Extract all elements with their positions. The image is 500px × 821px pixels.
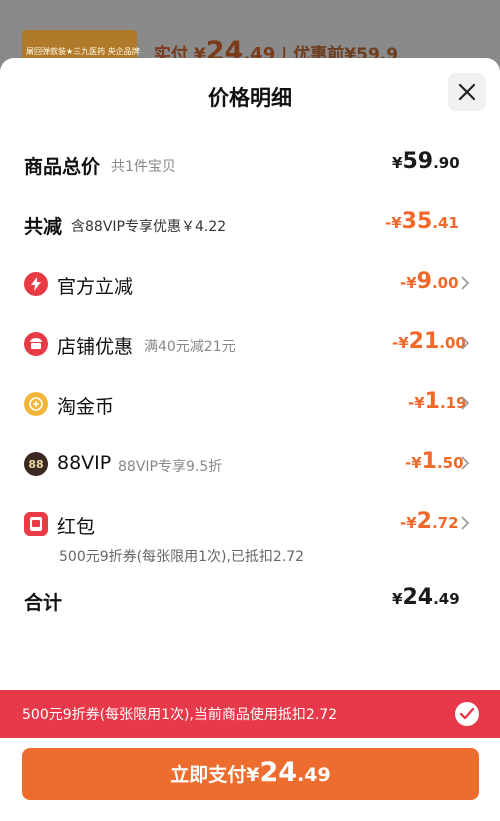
row-shop-discount[interactable]: 店铺优惠 满40元减21元 -¥21.00 xyxy=(0,324,500,364)
row-taobao-coins[interactable]: 淘金币 -¥1.19 xyxy=(0,384,500,424)
pay-button-label: 立即支付 xyxy=(170,764,247,786)
row-label: 共减 xyxy=(24,216,63,238)
row-amount: -¥2.72 xyxy=(400,509,459,534)
row-amount: -¥1.19 xyxy=(408,389,467,414)
pay-now-button[interactable]: 立即支付¥24.49 xyxy=(22,748,479,800)
row-label: 红包 xyxy=(57,516,96,538)
row-total-discount: 共减 含88VIP专享优惠￥4.22 -¥35.41 xyxy=(0,204,500,244)
row-sub: 共1件宝贝 xyxy=(111,159,176,175)
row-sub: 含88VIP专享优惠￥4.22 xyxy=(71,219,227,235)
chevron-right-icon xyxy=(461,336,470,350)
row-sub: 88VIP专享9.5折 xyxy=(118,459,223,475)
close-icon xyxy=(458,83,476,101)
row-label: 商品总价 xyxy=(24,156,101,178)
row-sub: 满40元减21元 xyxy=(144,339,236,355)
close-button[interactable] xyxy=(448,73,486,111)
row-amount: -¥1.50 xyxy=(405,449,464,474)
check-icon[interactable] xyxy=(455,702,479,726)
row-label: 官方立减 xyxy=(57,276,134,298)
row-amount: ¥59.90 xyxy=(392,149,460,174)
lightning-icon xyxy=(24,272,48,296)
chevron-right-icon xyxy=(461,456,470,470)
total-label: 合计 xyxy=(24,592,63,614)
coin-icon xyxy=(24,392,48,416)
shop-icon xyxy=(24,332,48,356)
row-label: 淘金币 xyxy=(57,396,115,418)
row-total-price: 商品总价 共1件宝贝 ¥59.90 xyxy=(0,144,500,184)
row-label: 店铺优惠 xyxy=(57,336,134,358)
coupon-banner-text: 500元9折券(每张限用1次),当前商品使用抵扣2.72 xyxy=(22,707,338,723)
row-amount: -¥21.00 xyxy=(392,329,466,354)
row-amount: -¥35.41 xyxy=(385,209,459,234)
total-amount: ¥24.49 xyxy=(392,585,460,610)
row-grand-total: 合计 ¥24.49 xyxy=(0,580,500,620)
row-label: 88VIP xyxy=(57,452,112,474)
sheet-title: 价格明细 xyxy=(208,86,292,110)
row-amount: -¥9.00 xyxy=(400,269,459,294)
row-88vip[interactable]: 88 88VIP 88VIP专享9.5折 -¥1.50 xyxy=(0,444,500,484)
chevron-right-icon xyxy=(461,516,470,530)
red-packet-note: 500元9折券(每张限用1次),已抵扣2.72 xyxy=(59,549,305,565)
product-thumbnail-text: 屠回弹款装★三九医药 央企品牌 xyxy=(26,47,140,56)
chevron-right-icon xyxy=(461,396,470,410)
red-packet-icon xyxy=(24,512,48,536)
chevron-right-icon xyxy=(461,276,470,290)
coupon-banner[interactable]: 500元9折券(每张限用1次),当前商品使用抵扣2.72 xyxy=(0,690,500,738)
row-official-discount[interactable]: 官方立减 -¥9.00 xyxy=(0,264,500,304)
vip-88-icon: 88 xyxy=(24,452,48,476)
row-red-packet[interactable]: 红包 -¥2.72 xyxy=(0,504,500,544)
